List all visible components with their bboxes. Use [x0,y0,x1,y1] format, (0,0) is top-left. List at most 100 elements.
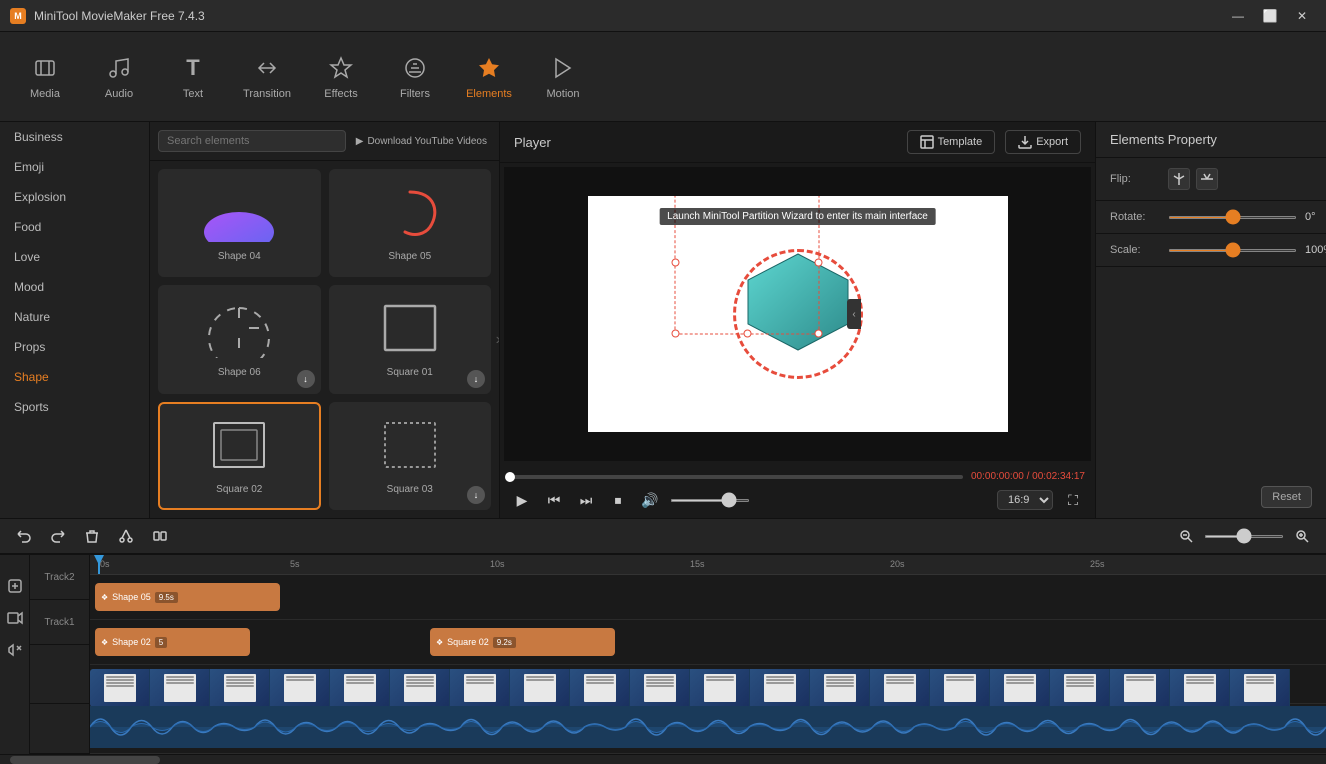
stop-button[interactable]: ⏹ [606,488,630,512]
square02-preview [194,410,284,480]
scale-slider[interactable] [1168,249,1297,252]
category-props[interactable]: Props [0,332,149,362]
cut-button[interactable] [112,522,140,550]
minimize-button[interactable]: — [1224,6,1252,26]
volume-slider[interactable] [670,499,750,502]
next-frame-button[interactable]: ⏭ [574,488,598,512]
ruler-time-4: 20s [890,559,905,569]
element-shape06[interactable]: Shape 06 ↓ [158,285,321,393]
prev-frame-button[interactable]: ⏮ [542,488,566,512]
toolbar-elements[interactable]: Elements [454,42,524,112]
video-thumb-10 [690,669,750,707]
bottom-toolbar [0,518,1326,554]
shape05-clip-label: Shape 05 [112,592,151,602]
video-thumb-11 [750,669,810,707]
elements-grid: Shape 04 Shape 05 [150,161,499,518]
video-track-button[interactable] [4,607,26,629]
player-caption: Launch MiniTool Partition Wizard to ente… [659,208,936,225]
video-thumb-16 [1050,669,1110,707]
progress-thumb[interactable] [505,472,515,482]
search-input[interactable] [158,130,346,152]
fullscreen-button[interactable]: ⛶ [1061,488,1085,512]
element-square02[interactable]: Square 02 [158,402,321,510]
toolbar-transition[interactable]: Transition [232,42,302,112]
handle-bm[interactable] [743,330,751,338]
handle-bl[interactable] [672,330,680,338]
split-button[interactable] [146,522,174,550]
rotate-slider[interactable] [1168,216,1297,219]
toolbar-audio[interactable]: Audio [84,42,154,112]
toolbar-text-label: Text [183,88,203,100]
reset-button[interactable]: Reset [1261,486,1312,508]
close-button[interactable]: ✕ [1288,6,1316,26]
category-food[interactable]: Food [0,212,149,242]
audio-wave-svg [90,706,1326,748]
square01-label: Square 01 [387,367,433,378]
template-button[interactable]: Template [907,130,996,154]
square03-label: Square 03 [387,484,433,495]
shape06-download-icon[interactable]: ↓ [297,370,315,388]
left-panel: Business Emoji Explosion Food Love Mood … [0,122,150,518]
toolbar: Media Audio T Text Transition Effects Fi… [0,32,1326,122]
props-toggle-button[interactable]: ‹ [847,299,861,329]
maximize-button[interactable]: ⬜ [1256,6,1284,26]
element-square01[interactable]: Square 01 ↓ [329,285,492,393]
zoom-in-button[interactable] [1288,522,1316,550]
timeline-scrollbar-thumb[interactable] [10,756,160,764]
effects-icon [327,54,355,82]
toolbar-motion[interactable]: Motion [528,42,598,112]
download-youtube-button[interactable]: ▶ Download YouTube Videos [352,130,491,152]
category-love[interactable]: Love [0,242,149,272]
shape06-label: Shape 06 [218,367,261,378]
square01-download-icon[interactable]: ↓ [467,370,485,388]
flip-vertical-button[interactable] [1196,168,1218,190]
category-emoji[interactable]: Emoji [0,152,149,182]
shape02-clip[interactable]: ❖ Shape 02 5 [95,628,250,656]
export-button[interactable]: Export [1005,130,1081,154]
toolbar-audio-label: Audio [105,88,133,100]
toolbar-media[interactable]: Media [10,42,80,112]
flip-horizontal-button[interactable] [1168,168,1190,190]
element-square03[interactable]: Square 03 ↓ [329,402,492,510]
audio-track-button[interactable] [4,639,26,661]
handle-ml[interactable] [672,258,680,266]
timeline: Track2 Track1 0s 5s 10s 15s 20s 25s [0,554,1326,764]
redo-button[interactable] [44,522,72,550]
ratio-select[interactable]: 16:9 9:16 1:1 4:3 21:9 [997,490,1053,510]
handle-br[interactable] [815,330,823,338]
zoom-slider[interactable] [1204,535,1284,538]
video-thumb-14 [930,669,990,707]
handle-mr[interactable] [815,258,823,266]
category-business[interactable]: Business [0,122,149,152]
title-bar: M MiniTool MovieMaker Free 7.4.3 — ⬜ ✕ [0,0,1326,32]
progress-track[interactable] [510,475,963,479]
add-track-button[interactable] [4,575,26,597]
category-explosion[interactable]: Explosion [0,182,149,212]
category-sports[interactable]: Sports [0,392,149,422]
toolbar-text[interactable]: T Text [158,42,228,112]
delete-button[interactable] [78,522,106,550]
category-nature[interactable]: Nature [0,302,149,332]
element-shape05[interactable]: Shape 05 [329,169,492,277]
video-thumb-18 [1170,669,1230,707]
app-title: MiniTool MovieMaker Free 7.4.3 [34,9,205,23]
toolbar-filters[interactable]: Filters [380,42,450,112]
clip-icon2: ❖ [101,638,108,647]
shape02-clip-duration: 5 [155,637,167,648]
category-shape[interactable]: Shape [0,362,149,392]
element-shape04[interactable]: Shape 04 [158,169,321,277]
zoom-out-button[interactable] [1172,522,1200,550]
ruler-time-5: 25s [1090,559,1105,569]
rotate-row: Rotate: 0° [1096,201,1326,234]
volume-button[interactable]: 🔊 [638,488,662,512]
ruler-time-0: 0s [100,559,110,569]
play-button[interactable]: ▶ [510,488,534,512]
square03-download-icon[interactable]: ↓ [467,486,485,504]
shape05-clip[interactable]: ❖ Shape 05 9.5s [95,583,280,611]
category-mood[interactable]: Mood [0,272,149,302]
shape04-preview [194,177,284,247]
square02-clip[interactable]: ❖ Square 02 9.2s [430,628,615,656]
undo-button[interactable] [10,522,38,550]
toolbar-effects[interactable]: Effects [306,42,376,112]
zoom-controls [1172,522,1316,550]
